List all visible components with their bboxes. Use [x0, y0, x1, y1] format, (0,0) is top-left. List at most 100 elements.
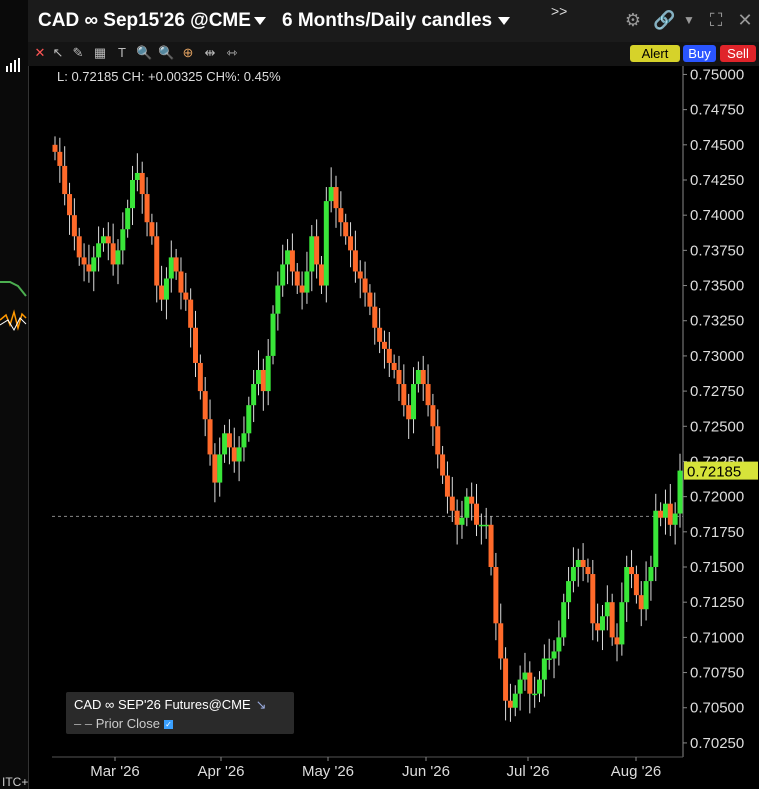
candle-body — [289, 250, 295, 272]
prior-close-label: Prior Close — [95, 716, 160, 731]
candle-body — [91, 257, 97, 272]
y-tick-label: 0.73500 — [690, 278, 744, 295]
y-tick-label: 0.74750 — [690, 102, 744, 119]
y-tick-label: 0.70250 — [690, 735, 744, 752]
candle-body — [469, 496, 475, 504]
candle-body — [57, 151, 63, 166]
candle-body — [474, 503, 480, 525]
y-tick-label: 0.72500 — [690, 418, 744, 435]
candle-body — [536, 679, 542, 694]
candle-body — [62, 165, 68, 195]
y-tick-label: 0.72750 — [690, 383, 744, 400]
candle-body — [309, 236, 315, 272]
candle-body — [226, 433, 232, 448]
candle-body — [507, 700, 513, 708]
candle-body — [420, 369, 426, 385]
candle-body — [362, 278, 368, 293]
candle-body — [314, 236, 320, 265]
candle-body — [260, 369, 266, 392]
candle-body — [348, 236, 354, 251]
legend-series-label: CAD ∞ SEP'26 Futures@CME — [74, 697, 251, 712]
candle-body — [52, 144, 58, 152]
candle-body — [551, 651, 557, 659]
candle-body — [318, 264, 324, 286]
x-tick-label: May '26 — [302, 763, 354, 780]
candle-body — [76, 236, 82, 258]
candle-body — [604, 602, 610, 617]
candle-body — [130, 179, 136, 209]
candle-body — [338, 208, 344, 223]
candle-body — [624, 567, 630, 603]
candle-body — [459, 517, 465, 525]
price-chart[interactable]: 0.75000 0.74750 0.74500 0.74250 0.74000 0.737… — [0, 0, 759, 789]
y-tick-label: 0.70750 — [690, 665, 744, 682]
candle-body — [134, 172, 140, 180]
candle-body — [299, 285, 305, 293]
candle-body — [120, 229, 126, 251]
dash-icon: – – — [74, 716, 96, 731]
x-tick-label: Jul '26 — [507, 763, 550, 780]
candle-body — [71, 215, 77, 237]
y-tick-label: 0.71250 — [690, 594, 744, 611]
checkbox-icon[interactable]: ✓ — [163, 720, 173, 730]
candle-body — [590, 574, 596, 624]
candle-body — [566, 581, 572, 603]
candle-body — [653, 510, 659, 568]
candle-body — [648, 567, 654, 582]
candle-body — [658, 510, 664, 518]
candle-body — [386, 348, 392, 363]
candle-body — [81, 257, 87, 265]
candle-body — [401, 384, 407, 406]
candle-body — [115, 250, 121, 265]
candle-body — [667, 503, 673, 525]
candle-body — [372, 306, 378, 328]
candle-body — [231, 447, 237, 462]
candle-body — [503, 658, 509, 701]
candle-body — [96, 243, 102, 258]
y-tick-label: 0.73250 — [690, 313, 744, 330]
candle-body — [285, 250, 291, 265]
candle-body — [595, 623, 601, 631]
candle-body — [207, 419, 213, 455]
last-price-label: 0.72185 — [687, 464, 741, 481]
y-tick-label: 0.71500 — [690, 559, 744, 576]
candle-body — [328, 187, 334, 202]
candle-body — [527, 672, 533, 694]
candle-body — [643, 581, 649, 610]
candle-body — [629, 567, 635, 575]
candle-body — [377, 327, 383, 342]
settings-icon[interactable]: ↘ — [256, 697, 267, 712]
candle-body — [163, 278, 169, 300]
candle-body — [173, 257, 179, 272]
x-tick-label: Aug '26 — [611, 763, 661, 780]
candle-body — [512, 693, 518, 708]
candle-body — [546, 658, 552, 660]
candle-body — [411, 384, 417, 420]
candle-body — [570, 567, 576, 582]
candle-body — [255, 369, 261, 385]
candle-body — [672, 513, 678, 525]
candle-body — [352, 250, 358, 272]
candle-body — [493, 567, 499, 624]
candle-body — [517, 679, 523, 694]
candle-body — [556, 637, 562, 652]
candle-body — [498, 623, 504, 659]
candle-body — [367, 292, 373, 307]
y-tick-label: 0.74500 — [690, 137, 744, 154]
candle-body — [440, 454, 446, 476]
candle-body — [178, 271, 184, 293]
candle-body — [193, 327, 199, 363]
ohlc-readout: L: 0.72185 CH: +0.00325 CH%: 0.45% — [57, 69, 281, 84]
candle-body — [396, 369, 402, 385]
candle-body — [619, 602, 625, 645]
candle-body — [265, 355, 271, 392]
candle-body — [280, 264, 286, 286]
candle-body — [222, 433, 228, 455]
candle-body — [614, 637, 620, 645]
candle-body — [144, 194, 150, 223]
candle-body — [159, 285, 165, 300]
candle-body — [430, 405, 436, 427]
candle-body — [241, 433, 247, 448]
candle-body — [425, 384, 431, 406]
candle-body — [357, 271, 363, 279]
